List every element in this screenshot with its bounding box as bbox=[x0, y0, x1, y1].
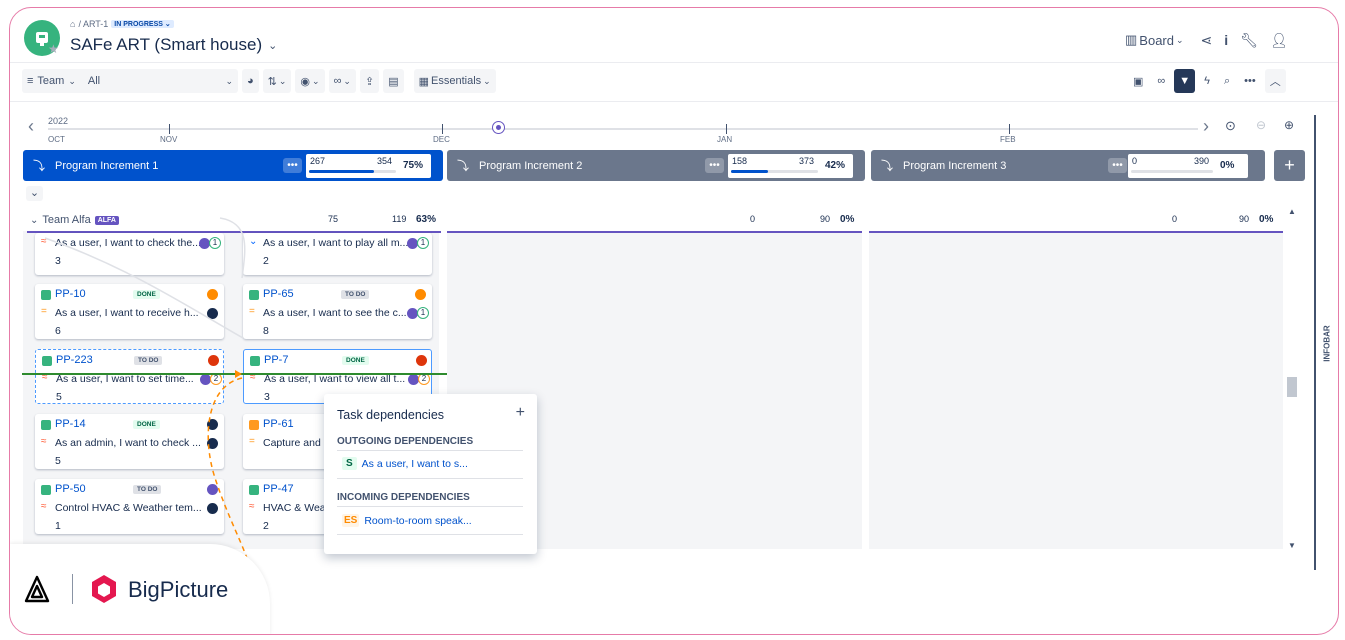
brand-name: BigPicture bbox=[128, 577, 229, 602]
infobar-divider bbox=[1314, 115, 1316, 570]
dependency-link: Room-to-room speak... bbox=[364, 514, 472, 527]
scroll-up-icon[interactable]: ▲ bbox=[1288, 207, 1296, 216]
scrollbar-thumb[interactable] bbox=[1287, 377, 1297, 397]
vertical-scrollbar[interactable]: ▲ ▼ bbox=[1285, 207, 1299, 550]
faint-line bbox=[44, 237, 244, 339]
incoming-label: INCOMING DEPENDENCIES bbox=[337, 492, 470, 503]
dependency-type-tag: ES bbox=[342, 514, 360, 527]
infobar-label: INFOBAR bbox=[1322, 324, 1332, 362]
bigpicture-logo-icon bbox=[92, 575, 116, 603]
outgoing-dependency[interactable]: S As a user, I want to s... bbox=[342, 457, 468, 470]
infobar-toggle[interactable]: INFOBAR bbox=[1317, 318, 1337, 368]
faint-line bbox=[219, 217, 246, 279]
dependency-lines bbox=[22, 217, 447, 569]
arrow-icon bbox=[235, 370, 242, 378]
dependency-link: As a user, I want to s... bbox=[361, 457, 468, 470]
scroll-down-icon[interactable]: ▼ bbox=[1288, 541, 1296, 550]
dependency-line-orange bbox=[207, 377, 251, 569]
brand-panel: BigPicture bbox=[10, 544, 270, 634]
outgoing-label: OUTGOING DEPENDENCIES bbox=[337, 436, 474, 447]
task-dependencies-popup: Task dependencies + OUTGOING DEPENDENCIE… bbox=[324, 394, 537, 554]
popup-title: Task dependencies bbox=[337, 408, 445, 422]
atlassian-logo-icon bbox=[24, 575, 50, 603]
add-dependency-button[interactable]: + bbox=[516, 404, 525, 422]
app-frame: ★ ⌂ / ART-1 IN PROGRESS ⌄ SAFe ART (Smar… bbox=[9, 7, 1339, 635]
dependency-type-tag: S bbox=[342, 457, 357, 470]
incoming-dependency[interactable]: ES Room-to-room speak... bbox=[342, 514, 472, 527]
